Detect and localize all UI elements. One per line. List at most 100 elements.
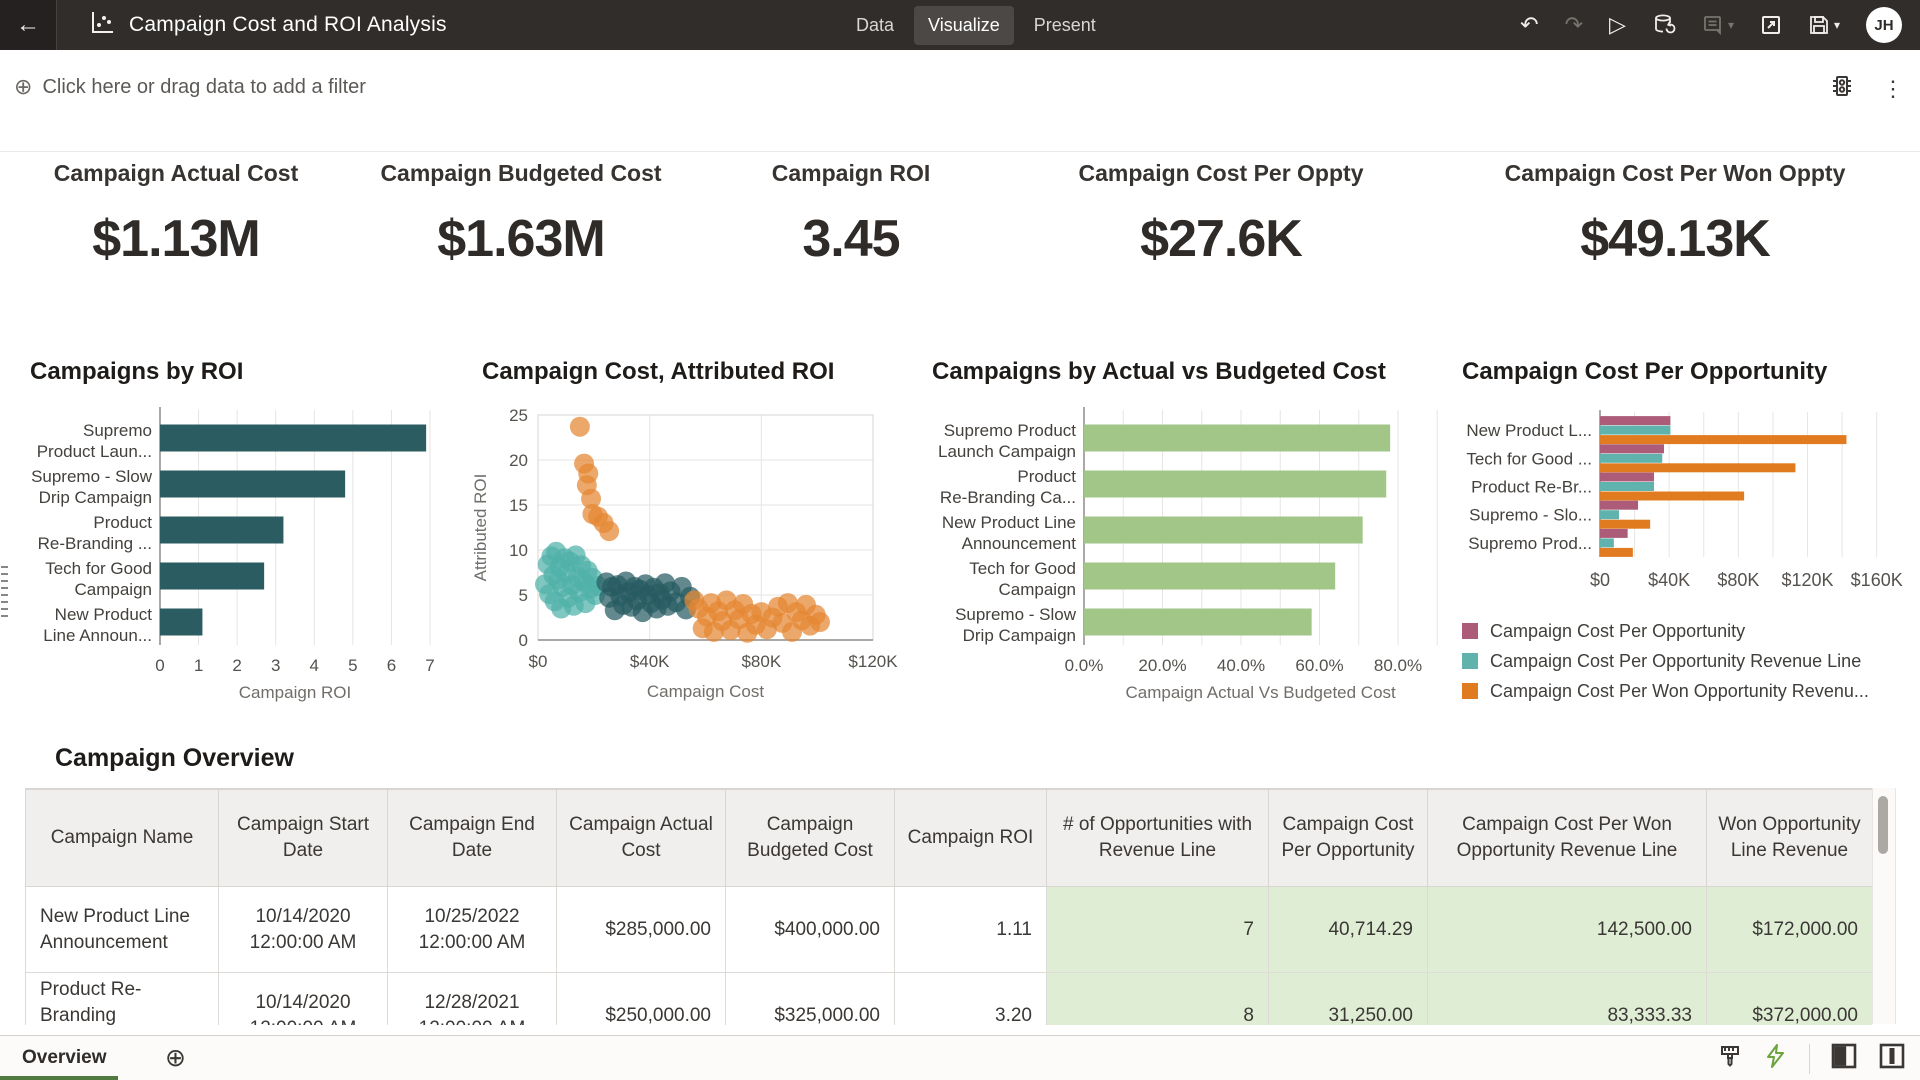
column-header-9[interactable]: Won Opportunity Line Revenue xyxy=(1707,790,1873,887)
play-icon[interactable]: ▷ xyxy=(1609,14,1626,36)
export-icon[interactable] xyxy=(1760,14,1782,36)
table-cell[interactable]: Product Re-Branding Campaign xyxy=(26,973,219,1026)
group-bar-0-3[interactable] xyxy=(1600,501,1638,510)
table-cell[interactable]: $372,000.00 xyxy=(1707,973,1873,1026)
column-header-8[interactable]: Campaign Cost Per Won Opportunity Revenu… xyxy=(1428,790,1707,887)
bar-2[interactable] xyxy=(160,517,283,544)
table-cell[interactable]: 40,714.29 xyxy=(1269,887,1428,973)
tab-present[interactable]: Present xyxy=(1020,6,1110,45)
legend-item-0[interactable]: Campaign Cost Per Opportunity xyxy=(1462,616,1869,646)
table-row-0[interactable]: New Product Line Announcement10/14/2020 … xyxy=(26,887,1873,973)
bar-1[interactable] xyxy=(1084,471,1386,498)
table-cell[interactable]: 8 xyxy=(1047,973,1269,1026)
scatter-point-cluster-high-cost[interactable] xyxy=(599,521,619,541)
group-bar-2-1[interactable] xyxy=(1600,463,1795,472)
column-header-1[interactable]: Campaign Start Date xyxy=(219,790,388,887)
y-axis-title: Attributed ROI xyxy=(471,474,490,582)
group-bar-1-1[interactable] xyxy=(1600,454,1662,463)
canvas-settings-icon[interactable] xyxy=(1828,72,1856,105)
category-label: Re-Branding ... xyxy=(38,534,152,553)
table-cell[interactable]: 31,250.00 xyxy=(1269,973,1428,1026)
column-header-5[interactable]: Campaign ROI xyxy=(895,790,1047,887)
bar-0[interactable] xyxy=(1084,425,1390,452)
add-canvas-button[interactable]: ⊕ xyxy=(165,1043,186,1073)
bar-4[interactable] xyxy=(160,609,202,636)
tab-data[interactable]: Data xyxy=(842,6,908,45)
group-bar-0-1[interactable] xyxy=(1600,444,1664,453)
column-header-4[interactable]: Campaign Budgeted Cost xyxy=(726,790,895,887)
canvas-tab-overview[interactable]: Overview xyxy=(22,1047,107,1069)
bar-4[interactable] xyxy=(1084,609,1312,636)
group-bar-1-4[interactable] xyxy=(1600,538,1614,547)
table-cell[interactable]: 7 xyxy=(1047,887,1269,973)
column-header-3[interactable]: Campaign Actual Cost xyxy=(557,790,726,887)
x-tick-label: $120K xyxy=(848,652,898,671)
column-header-7[interactable]: Campaign Cost Per Opportunity xyxy=(1269,790,1428,887)
group-bar-0-4[interactable] xyxy=(1600,529,1628,538)
group-bar-1-3[interactable] xyxy=(1600,510,1619,519)
group-bar-1-0[interactable] xyxy=(1600,426,1670,435)
table-cell[interactable]: $285,000.00 xyxy=(557,887,726,973)
table-cell[interactable]: 12/28/2021 12:00:00 AM xyxy=(388,973,557,1026)
table-cell[interactable]: $172,000.00 xyxy=(1707,887,1873,973)
save-icon[interactable]: ▾ xyxy=(1808,14,1840,36)
group-bar-2-4[interactable] xyxy=(1600,548,1633,557)
category-label: Product Re-Br... xyxy=(1471,478,1592,497)
tab-visualize[interactable]: Visualize xyxy=(914,6,1014,45)
group-bar-2-3[interactable] xyxy=(1600,520,1650,529)
undo-icon[interactable]: ↶ xyxy=(1520,14,1538,36)
table-scrollbar-track[interactable] xyxy=(1872,788,1896,1024)
group-bar-1-2[interactable] xyxy=(1600,482,1654,491)
table-cell[interactable]: 142,500.00 xyxy=(1428,887,1707,973)
table-cell[interactable]: 1.11 xyxy=(895,887,1047,973)
auto-insights-bolt-icon[interactable] xyxy=(1763,1043,1789,1074)
column-header-2[interactable]: Campaign End Date xyxy=(388,790,557,887)
legend-item-1[interactable]: Campaign Cost Per Opportunity Revenue Li… xyxy=(1462,646,1869,676)
toggle-left-panel-icon[interactable] xyxy=(1830,1042,1858,1075)
table-cell[interactable]: 10/14/2020 12:00:00 AM xyxy=(219,887,388,973)
table-cell[interactable]: 83,333.33 xyxy=(1428,973,1707,1026)
campaigns-by-roi-chart[interactable]: SupremoProduct Laun...Supremo - SlowDrip… xyxy=(10,390,460,712)
save-caret-icon[interactable]: ▾ xyxy=(1834,19,1840,31)
bar-1[interactable] xyxy=(160,471,345,498)
cost-attributed-roi-scatter[interactable]: 0510152025$0$40K$80K$120KAttributed ROIC… xyxy=(470,390,910,712)
panel-drag-handle[interactable] xyxy=(1,566,9,622)
campaign-overview-table[interactable]: Campaign NameCampaign Start DateCampaign… xyxy=(25,788,1872,1025)
refresh-data-icon[interactable] xyxy=(1652,13,1676,37)
column-header-6[interactable]: # of Opportunities with Revenue Line xyxy=(1047,790,1269,887)
group-bar-0-2[interactable] xyxy=(1600,473,1654,482)
kpi-campaign-roi[interactable]: Campaign ROI 3.45 xyxy=(641,160,1061,269)
category-label: Drip Campaign xyxy=(39,488,152,507)
legend-item-2[interactable]: Campaign Cost Per Won Opportunity Revenu… xyxy=(1462,676,1869,706)
table-cell[interactable]: 10/25/2022 12:00:00 AM xyxy=(388,887,557,973)
kpi-campaign-cost-per-oppty[interactable]: Campaign Cost Per Oppty $27.6K xyxy=(1011,160,1431,269)
table-cell[interactable]: 10/14/2020 12:00:00 AM xyxy=(219,973,388,1026)
table-cell[interactable]: 3.20 xyxy=(895,973,1047,1026)
table-cell[interactable]: New Product Line Announcement xyxy=(26,887,219,973)
scatter-point-cluster-high-cost[interactable] xyxy=(570,417,590,437)
bar-3[interactable] xyxy=(160,563,264,590)
back-button[interactable]: ← xyxy=(0,0,57,50)
table-row-1[interactable]: Product Re-Branding Campaign10/14/2020 1… xyxy=(26,973,1873,1026)
add-filter-button[interactable]: ⊕ Click here or drag data to add a filte… xyxy=(14,74,366,100)
actual-vs-budgeted-chart[interactable]: Supremo ProductLaunch CampaignProductRe-… xyxy=(920,390,1444,712)
bar-0[interactable] xyxy=(160,425,426,452)
toggle-right-panel-icon[interactable] xyxy=(1878,1042,1906,1075)
scatter-point-cluster-high-cost[interactable] xyxy=(810,612,830,632)
bar-2[interactable] xyxy=(1084,517,1363,544)
table-cell[interactable]: $325,000.00 xyxy=(726,973,895,1026)
user-avatar[interactable]: JH xyxy=(1866,7,1902,43)
canvas-tab-active-indicator xyxy=(0,1076,118,1080)
kpi-campaign-cost-per-won-oppty[interactable]: Campaign Cost Per Won Oppty $49.13K xyxy=(1465,160,1885,269)
group-bar-2-0[interactable] xyxy=(1600,435,1846,444)
table-scrollbar-thumb[interactable] xyxy=(1878,796,1888,854)
group-bar-0-0[interactable] xyxy=(1600,416,1670,425)
group-bar-2-2[interactable] xyxy=(1600,492,1744,501)
table-cell[interactable]: $400,000.00 xyxy=(726,887,895,973)
canvas-menu-kebab-icon[interactable]: ⋮ xyxy=(1882,76,1904,102)
bar-3[interactable] xyxy=(1084,563,1335,590)
style-brush-icon[interactable] xyxy=(1717,1043,1743,1074)
cost-per-opportunity-chart[interactable]: New Product L...Tech for Good ...Product… xyxy=(1455,390,1917,612)
column-header-0[interactable]: Campaign Name xyxy=(26,790,219,887)
table-cell[interactable]: $250,000.00 xyxy=(557,973,726,1026)
